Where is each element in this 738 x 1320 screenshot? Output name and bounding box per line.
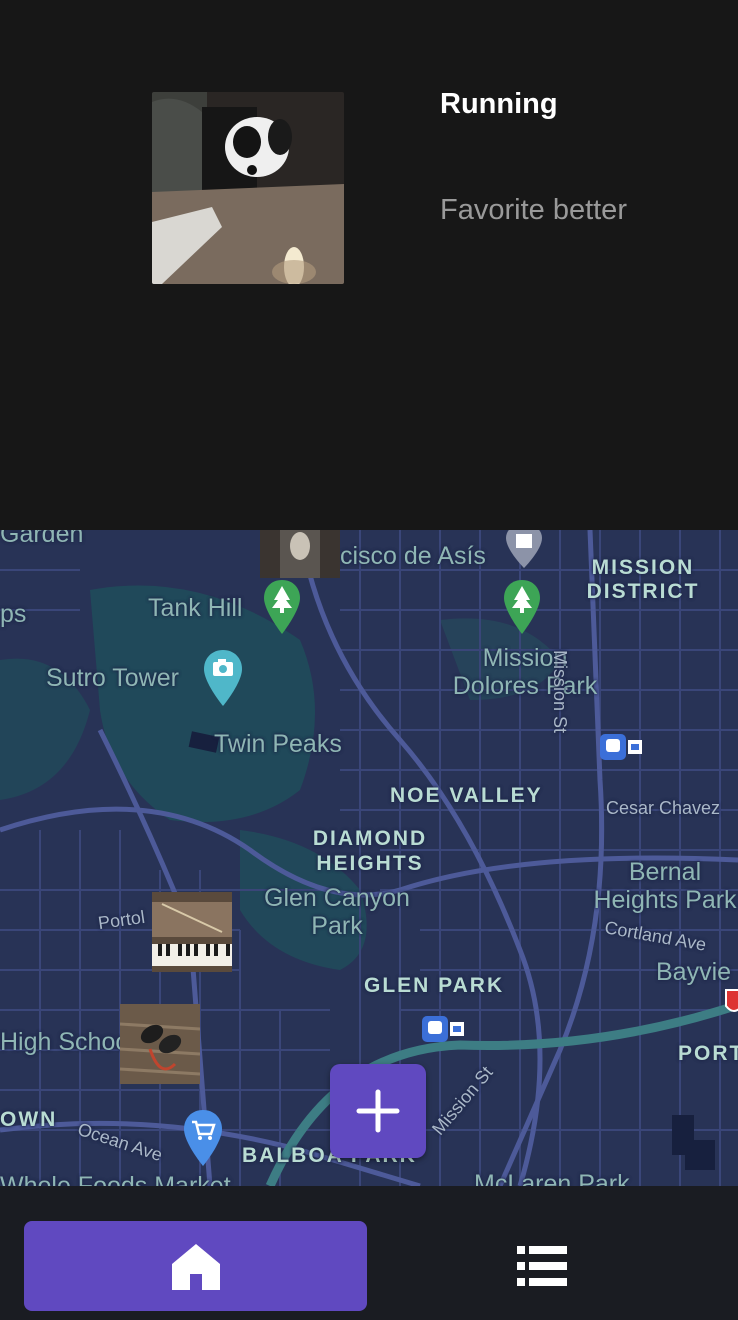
map-label-sutro-tower: Sutro Tower bbox=[46, 664, 179, 692]
park-pin-icon[interactable] bbox=[502, 578, 542, 636]
nav-home-button[interactable] bbox=[24, 1221, 367, 1311]
transit-icon bbox=[422, 1016, 464, 1042]
map-label-portola-district: PORT bbox=[678, 1042, 738, 1065]
item-description: Favorite better bbox=[440, 194, 627, 226]
plus-icon bbox=[356, 1089, 400, 1133]
add-item-button[interactable] bbox=[330, 1064, 426, 1158]
map-label-mission-st: Mission St bbox=[550, 650, 570, 734]
map-label-diamond-heights: DIAMOND HEIGHTS bbox=[312, 827, 428, 875]
map-label-bayview: Bayvie bbox=[656, 958, 732, 986]
camera-pin-icon[interactable] bbox=[202, 648, 244, 708]
map-label-glen-canyon-park: Glen Canyon Park bbox=[264, 884, 410, 940]
highway-shield-icon bbox=[725, 989, 738, 1012]
home-icon bbox=[171, 1244, 220, 1290]
item-detail-panel: Running Favorite better bbox=[0, 0, 738, 530]
list-icon bbox=[516, 1246, 567, 1286]
map-label-tank-hill: Tank Hill bbox=[148, 594, 243, 622]
transit-icon bbox=[600, 734, 642, 760]
map-label-town: OWN bbox=[0, 1108, 58, 1131]
map-label-noe-valley: NOE VALLEY bbox=[390, 784, 543, 807]
item-photo bbox=[152, 92, 344, 284]
map-label-mission-sf: cisco de Asís bbox=[340, 542, 486, 570]
map-label-high-school: High Schoo bbox=[0, 1028, 130, 1056]
item-title: Running bbox=[440, 88, 558, 120]
map-label-glen-park: GLEN PARK bbox=[364, 974, 505, 997]
map-label-whole-foods: Whole Foods Market bbox=[0, 1172, 231, 1186]
map-label-cesar-chavez: Cesar Chavez bbox=[606, 798, 721, 818]
map-label-garden: Garden bbox=[0, 530, 84, 548]
map-label-ps: ps bbox=[0, 600, 27, 628]
map-label-mclaren-park: McLaren Park bbox=[474, 1170, 630, 1186]
item-marker-piano[interactable] bbox=[152, 892, 232, 972]
landmark-pin-icon[interactable] bbox=[504, 530, 544, 570]
item-marker-bands[interactable] bbox=[120, 1004, 200, 1084]
nav-list-button[interactable] bbox=[370, 1221, 713, 1311]
bottom-nav bbox=[0, 1186, 738, 1320]
map-label-bernal-heights-park: Bernal Heights Park bbox=[593, 858, 737, 914]
map-label-mission-district: MISSION DISTRICT bbox=[586, 556, 700, 603]
item-marker-photo[interactable] bbox=[260, 530, 340, 578]
shopping-pin-icon[interactable] bbox=[182, 1108, 224, 1168]
map-label-twin-peaks: Twin Peaks bbox=[214, 730, 342, 758]
park-pin-icon[interactable] bbox=[262, 578, 302, 636]
map-label-mission-dolores-park: Mission Dolores Park bbox=[452, 644, 598, 700]
